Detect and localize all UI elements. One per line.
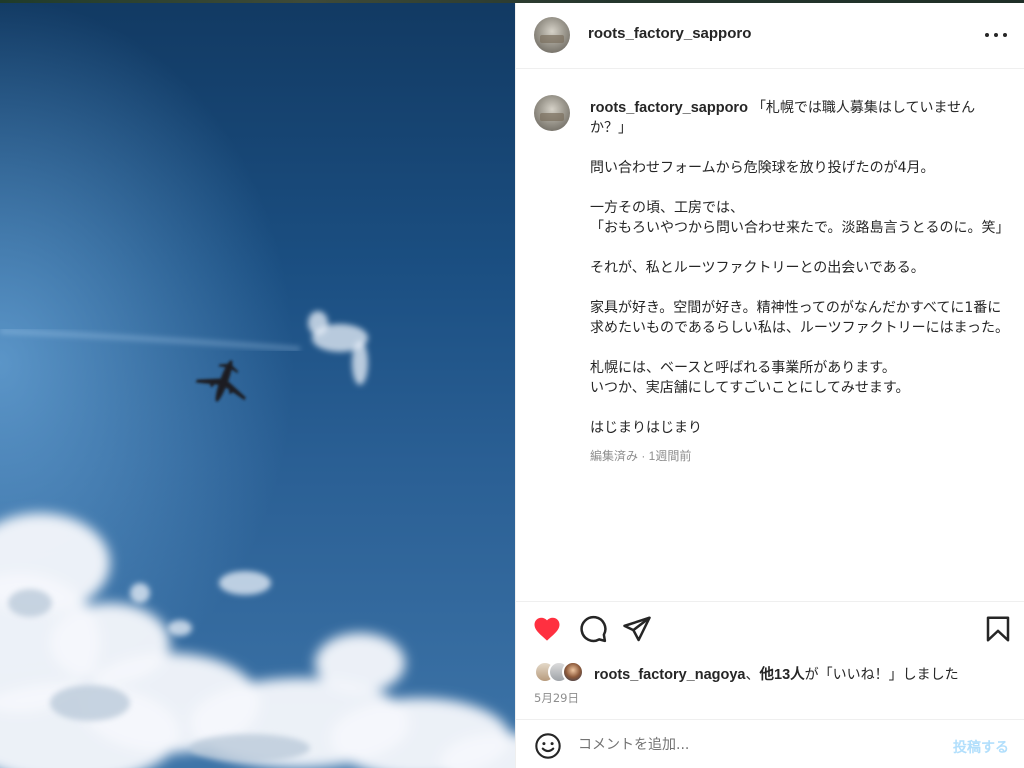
caption-paragraph: 問い合わせフォームから危険球を放り投げたのが4月。 — [590, 160, 935, 176]
comment-bar: 投稿する — [516, 719, 1024, 768]
caption-paragraph: 札幌には、ベースと呼ばれる事業所があります。 いつか、実店舗にしてすごいことにし… — [590, 360, 910, 396]
sky-photo-art — [0, 311, 515, 768]
liker-avatar[interactable] — [562, 661, 584, 683]
post-comment-button[interactable]: 投稿する — [953, 737, 1009, 757]
bookmark-icon[interactable] — [983, 614, 1013, 644]
likes-suffix: が「いいね！」しました — [804, 667, 959, 683]
share-icon[interactable] — [622, 614, 652, 644]
post-actions: roots_factory_nagoya、他13人が「いいね！」しました 5月2… — [516, 601, 1024, 719]
caption-paragraph: はじまりはじまり — [590, 420, 702, 436]
emoji-icon[interactable] — [534, 732, 562, 760]
caption-paragraph: 家具が好き。空間が好き。精神性ってのがなんだかすべてに1番に求めたいものであるら… — [590, 300, 1010, 336]
post-photo[interactable] — [0, 3, 515, 768]
comment-input[interactable] — [578, 732, 928, 758]
caption-paragraph: roots_factory_sapporo 「札幌では職人募集はしていませんか？」 — [590, 98, 1010, 138]
header-username[interactable]: roots_factory_sapporo — [588, 25, 751, 42]
edited-timestamp: 編集済み · 1週間前 — [590, 449, 692, 463]
caption-avatar[interactable] — [534, 95, 570, 131]
caption-paragraph: 一方その頃、工房では、 「おもろいやつから問い合わせ来たで。淡路島言うとるのに。… — [590, 200, 1010, 236]
likes-text: roots_factory_nagoya、他13人が「いいね！」しました — [594, 663, 959, 684]
caption-paragraph: それが、私とルーツファクトリーとの出会いである。 — [590, 260, 925, 276]
likes-others-link[interactable]: 他13人 — [760, 667, 805, 683]
post-date[interactable]: 5月29日 — [534, 690, 579, 706]
comment-icon[interactable] — [578, 614, 608, 644]
post-detail-panel: roots_factory_sapporo roots_factory_sapp… — [515, 3, 1024, 768]
caption-text: roots_factory_sapporo 「札幌では職人募集はしていませんか？」… — [590, 98, 1010, 466]
post-header: roots_factory_sapporo — [516, 3, 1024, 69]
caption-area: roots_factory_sapporo 「札幌では職人募集はしていませんか？」… — [516, 69, 1024, 603]
likes-summary: roots_factory_nagoya、他13人が「いいね！」しました — [534, 660, 1014, 684]
liked-by-username[interactable]: roots_factory_nagoya — [594, 667, 746, 683]
more-horizontal-icon[interactable] — [985, 27, 1007, 43]
caption-username[interactable]: roots_factory_sapporo — [590, 100, 748, 116]
likes-separator: 、 — [745, 667, 760, 683]
heart-filled-icon[interactable] — [532, 614, 562, 644]
account-avatar[interactable] — [534, 17, 570, 53]
